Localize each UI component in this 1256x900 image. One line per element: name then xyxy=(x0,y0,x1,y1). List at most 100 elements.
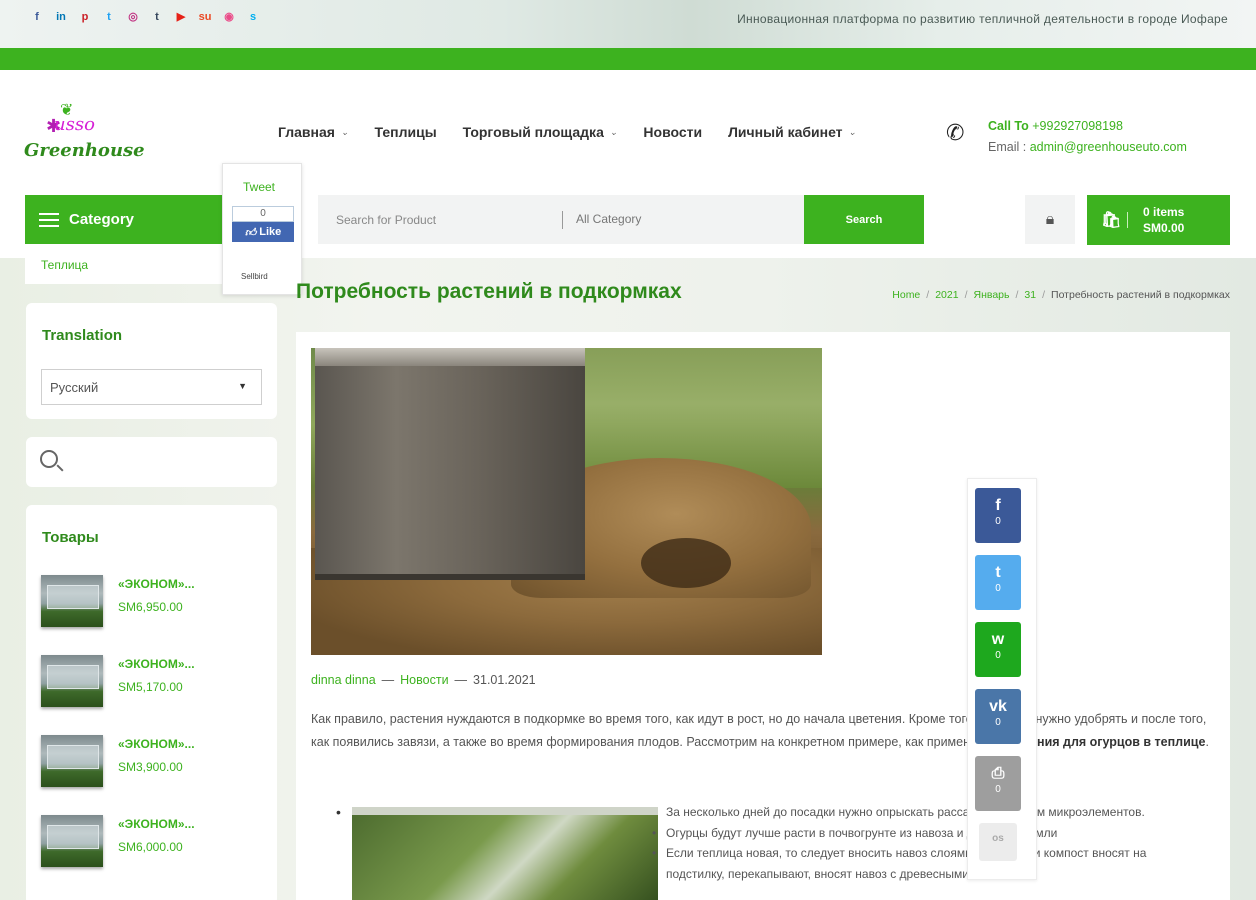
site-logo[interactable]: ❦ ✱ usso Greenhouse xyxy=(24,100,145,166)
article-content: dinna dinna — Новости — 31.01.2021 Как пра… xyxy=(296,332,1230,900)
language-select[interactable]: Русский ▼ xyxy=(41,369,262,405)
product-name[interactable]: «ЭКОНОМ»... xyxy=(118,817,195,831)
breadcrumb-year[interactable]: 2021 xyxy=(935,289,958,301)
logo-text-bottom: Greenhouse xyxy=(24,140,145,161)
more-share-link[interactable]: Sellbird xyxy=(241,272,268,281)
nav-item-greenhouses[interactable]: Теплицы xyxy=(374,124,436,140)
facebook-icon[interactable]: f xyxy=(30,10,44,24)
list-item[interactable]: «ЭКОНОМ»... SM3,900.00 xyxy=(41,735,271,795)
vk-icon: vk xyxy=(989,698,1007,715)
product-thumbnail[interactable] xyxy=(41,815,103,867)
main-nav: Главная ⌄ Теплицы Торговый площадка ⌄ Ново… xyxy=(278,124,856,140)
product-price: SM5,170.00 xyxy=(118,680,183,694)
phone-link[interactable]: +992927098198 xyxy=(1032,119,1123,133)
product-price: SM6,000.00 xyxy=(118,840,183,854)
article-intro: Как правило, растения нуждаются в подкор… xyxy=(311,712,1209,749)
list-item[interactable]: «ЭКОНОМ»... SM6,000.00 xyxy=(41,815,271,875)
share-print-button[interactable]: ⎙ 0 xyxy=(975,756,1021,811)
top-bar: f in p t ◎ t ▶ su ◉ s Инновационная плат… xyxy=(0,0,1256,48)
cart-items: 0 items xyxy=(1143,205,1185,219)
breadcrumb-home[interactable]: Home xyxy=(892,289,920,301)
breadcrumb-day[interactable]: 31 xyxy=(1024,289,1036,301)
nav-item-news[interactable]: Новости xyxy=(643,124,702,140)
category-dropdown: Теплица xyxy=(25,244,227,284)
stumbleupon-icon[interactable]: su xyxy=(198,10,212,24)
product-name[interactable]: «ЭКОНОМ»... xyxy=(118,737,195,751)
list-item: Если теплица новая, то следует вносить н… xyxy=(666,846,1147,881)
category-select[interactable]: All Category xyxy=(576,212,641,226)
twitter-icon: t xyxy=(995,564,1001,581)
category-label: Category xyxy=(69,211,135,228)
facebook-icon: f xyxy=(995,497,1001,514)
linkedin-icon[interactable]: in xyxy=(54,10,68,24)
product-thumbnail[interactable] xyxy=(41,575,103,627)
share-twitter-button[interactable]: t 0 xyxy=(975,555,1021,610)
share-whatsapp-button[interactable]: w 0 xyxy=(975,622,1021,677)
youtube-icon[interactable]: ▶ xyxy=(174,10,188,24)
user-account-button[interactable]: 🔒︎ xyxy=(1025,195,1075,244)
products-widget: Товары «ЭКОНОМ»... SM6,950.00 «ЭКОНОМ»..… xyxy=(26,505,277,900)
social-links: f in p t ◎ t ▶ su ◉ s xyxy=(30,10,260,24)
list-item[interactable]: «ЭКОНОМ»... SM5,170.00 xyxy=(41,655,271,715)
skype-icon[interactable]: s xyxy=(246,10,260,24)
pinterest-icon[interactable]: p xyxy=(78,10,92,24)
more-share-icon: os xyxy=(992,833,1004,844)
product-price: SM6,950.00 xyxy=(118,600,183,614)
search-button[interactable]: Search xyxy=(804,195,924,244)
breadcrumb-month[interactable]: Январь xyxy=(973,289,1009,301)
floating-share-bar: f 0 t 0 w 0 vk 0 ⎙ 0 os xyxy=(967,478,1037,880)
article-meta: dinna dinna — Новости — 31.01.2021 xyxy=(311,673,536,687)
twitter-icon[interactable]: t xyxy=(102,10,116,24)
whatsapp-icon: w xyxy=(991,631,1005,648)
thumbs-up-icon: 👍︎ xyxy=(244,226,257,239)
search-divider xyxy=(562,211,563,229)
nav-item-marketplace[interactable]: Торговый площадка ⌄ xyxy=(463,124,618,140)
search-input[interactable]: Search for Product xyxy=(336,213,436,227)
category-button[interactable]: Category xyxy=(25,195,227,244)
tumblr-icon[interactable]: t xyxy=(150,10,164,24)
call-label: Call To xyxy=(988,119,1029,133)
like-label: Like xyxy=(259,226,282,238)
product-thumbnail[interactable] xyxy=(41,735,103,787)
dribbble-icon[interactable]: ◉ xyxy=(222,10,236,24)
contact-info: Call To +992927098198 Email : admin@gree… xyxy=(988,116,1187,158)
translation-widget: Translation Русский ▼ xyxy=(26,303,277,419)
page-title: Потребность растений в подкормках xyxy=(296,280,682,303)
language-value: Русский xyxy=(50,380,99,395)
translation-title: Translation xyxy=(42,327,123,344)
list-item[interactable]: «ЭКОНОМ»... SM6,950.00 xyxy=(41,575,271,635)
shopping-bag-icon: 🛍︎ xyxy=(1101,212,1122,229)
product-name[interactable]: «ЭКОНОМ»... xyxy=(118,577,195,591)
instagram-icon[interactable]: ◎ xyxy=(126,10,140,24)
cart-button[interactable]: 🛍︎ 0 items SM0.00 xyxy=(1087,195,1230,245)
category-item[interactable]: Теплица xyxy=(41,258,88,272)
email-link[interactable]: admin@greenhouseuto.com xyxy=(1030,140,1187,154)
category-link[interactable]: Новости xyxy=(400,673,448,687)
list-item: За несколько дней до посадки нужно опрыс… xyxy=(666,805,1145,819)
search-icon xyxy=(40,450,58,468)
chevron-down-icon: ⌄ xyxy=(848,126,857,137)
share-vk-button[interactable]: vk 0 xyxy=(975,689,1021,744)
tweet-button[interactable]: Tweet xyxy=(243,180,275,194)
caret-down-icon: ▼ xyxy=(238,381,247,391)
phone-icon: ✆ xyxy=(946,120,965,145)
products-title: Товары xyxy=(42,529,99,546)
product-name[interactable]: «ЭКОНОМ»... xyxy=(118,657,195,671)
chevron-down-icon: ⌄ xyxy=(609,126,618,137)
top-tagline: Инновационная платформа по развитию тепл… xyxy=(737,12,1228,26)
nav-item-home[interactable]: Главная ⌄ xyxy=(278,124,348,140)
nav-item-account[interactable]: Личный кабинет ⌄ xyxy=(728,124,856,140)
share-facebook-button[interactable]: f 0 xyxy=(975,488,1021,543)
cucumber-image xyxy=(352,807,658,900)
sidebar-search[interactable] xyxy=(26,437,277,487)
author-link[interactable]: dinna dinna xyxy=(311,673,376,687)
breadcrumb: Home/ 2021/ Январь/ 31/ Потребность раст… xyxy=(892,289,1230,301)
like-button[interactable]: 👍︎ Like xyxy=(232,222,294,242)
logo-text-top: usso xyxy=(54,114,95,135)
share-more-button[interactable]: os xyxy=(979,823,1017,861)
product-thumbnail[interactable] xyxy=(41,655,103,707)
breadcrumb-current: Потребность растений в подкормках xyxy=(1051,289,1230,301)
lock-icon: 🔒︎ xyxy=(1045,210,1055,228)
print-icon: ⎙ xyxy=(991,765,1005,782)
article-date: 31.01.2021 xyxy=(473,673,536,687)
